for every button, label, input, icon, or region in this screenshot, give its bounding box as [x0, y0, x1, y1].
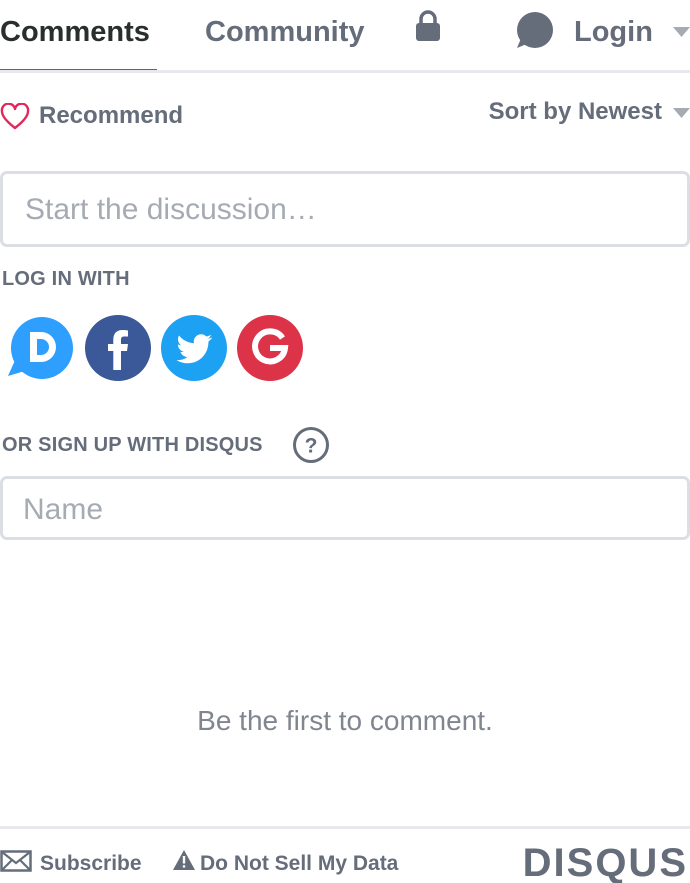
- tab-community[interactable]: Community: [205, 14, 365, 50]
- footer-divider: [0, 826, 690, 829]
- subscribe-link[interactable]: Subscribe: [0, 848, 150, 880]
- name-placeholder: Name: [23, 493, 104, 526]
- top-nav: Comments Community Login: [0, 0, 690, 74]
- empty-state-message: Be the first to comment.: [197, 705, 493, 736]
- login-label: Login: [574, 16, 653, 48]
- comments-widget: Comments Community Login Recommend Sort …: [0, 0, 690, 883]
- chevron-down-icon: [673, 108, 690, 118]
- heart-icon: [0, 103, 30, 130]
- chat-bubble-icon: [517, 12, 553, 48]
- help-icon[interactable]: ?: [292, 426, 330, 464]
- google-login-icon[interactable]: [236, 314, 304, 382]
- facebook-login-icon[interactable]: [84, 314, 152, 382]
- warning-icon: [173, 850, 195, 870]
- subscribe-label: Subscribe: [40, 852, 142, 875]
- mail-icon: [0, 850, 32, 872]
- login-menu[interactable]: Login: [513, 10, 690, 54]
- tab-comments[interactable]: Comments: [0, 14, 150, 50]
- recommend-label: Recommend: [39, 102, 184, 129]
- chevron-down-icon: [673, 27, 690, 37]
- comment-placeholder: Start the discussion…: [25, 193, 317, 226]
- sort-label: Sort by Newest: [488, 98, 662, 125]
- log-in-with-label: LOG IN WITH: [2, 268, 130, 290]
- do-not-sell-link[interactable]: Do Not Sell My Data: [172, 848, 422, 880]
- sort-dropdown[interactable]: Sort by Newest: [460, 96, 690, 128]
- disqus-login-icon[interactable]: [6, 314, 74, 382]
- lock-icon[interactable]: [415, 10, 441, 42]
- disqus-logo[interactable]: DISQUS: [523, 840, 688, 883]
- help-icon-glyph: ?: [305, 435, 318, 458]
- nav-divider: [0, 70, 690, 73]
- comment-input[interactable]: Start the discussion…: [0, 171, 690, 247]
- sign-up-label: OR SIGN UP WITH DISQUS: [2, 434, 263, 456]
- recommend-button[interactable]: Recommend: [0, 100, 200, 132]
- twitter-login-icon[interactable]: [160, 314, 228, 382]
- do-not-sell-label: Do Not Sell My Data: [200, 852, 399, 875]
- name-input[interactable]: Name: [0, 476, 690, 540]
